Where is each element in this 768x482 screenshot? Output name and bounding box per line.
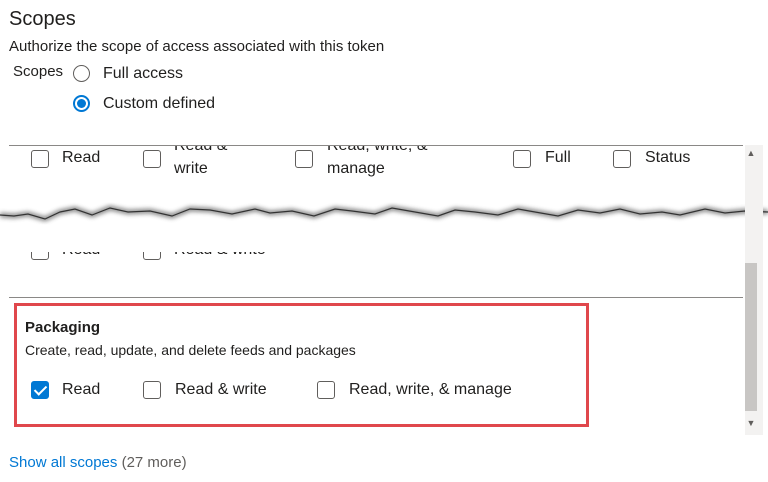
packaging-title: Packaging [25,319,101,336]
full-access-radio[interactable] [73,65,90,82]
partial-read-checkbox[interactable] [31,252,49,260]
scopes-field-label: Scopes [13,63,64,80]
scope-section-divider [9,297,743,298]
status-checkbox[interactable] [613,150,631,168]
full-checkbox[interactable] [513,150,531,168]
packaging-read-label: Read [62,381,101,398]
read-label: Read [62,149,101,166]
custom-defined-label: Custom defined [103,95,216,112]
full-label: Full [545,149,571,166]
packaging-highlight [14,303,589,427]
status-label: Status [645,149,691,166]
partial-read-label: Read [62,252,142,261]
read-write-label: Read & write [174,146,227,177]
packaging-description: Create, read, update, and delete feeds a… [25,342,356,358]
read-write-checkbox[interactable] [143,150,161,168]
show-all-scopes: Show all scopes (27 more) [9,454,187,471]
read-checkbox[interactable] [31,150,49,168]
page-title: Scopes [9,8,76,30]
scope-row-partial: Read Read & write [9,252,743,264]
show-all-scopes-link[interactable]: Show all scopes [9,454,117,471]
partial-read-write-label: Read & write [174,252,294,261]
packaging-read-write-manage-label: Read, write, & manage [349,381,512,398]
read-write-manage-checkbox[interactable] [295,150,313,168]
full-access-label: Full access [103,65,184,82]
packaging-read-write-label: Read & write [175,381,267,398]
torn-edge-divider [0,205,768,222]
partial-read-write-checkbox[interactable] [143,252,161,260]
scope-row-top: Read Read & write Read, write, & manage … [9,146,743,186]
chevron-up-icon[interactable]: ▲ [745,148,757,158]
chevron-down-icon[interactable]: ▼ [745,418,757,428]
packaging-read-write-manage-checkbox[interactable] [317,381,335,399]
page-subtitle: Authorize the scope of access associated… [9,38,385,55]
read-write-manage-label: Read, write, & manage [327,146,427,177]
packaging-read-write-checkbox[interactable] [143,381,161,399]
packaging-read-checkbox[interactable] [31,381,49,399]
custom-defined-radio[interactable] [73,95,90,112]
scrollbar-thumb[interactable] [745,263,757,411]
more-scopes-count: (27 more) [121,454,187,471]
